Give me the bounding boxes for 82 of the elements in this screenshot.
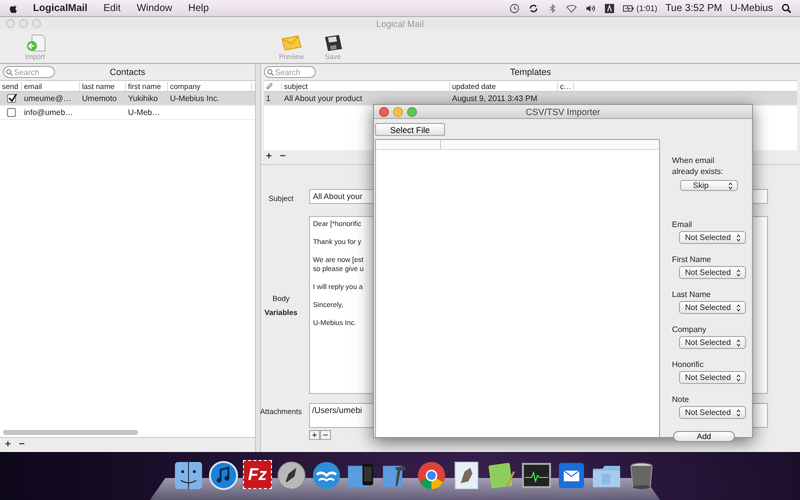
user-name[interactable]: U-Mebius [730, 2, 773, 14]
table-cell: umeume@… [24, 94, 72, 103]
search-field[interactable]: Search [264, 66, 316, 78]
heart-monitor-icon[interactable] [521, 460, 552, 491]
sync-icon[interactable] [528, 2, 540, 14]
field-label: Last Name [672, 290, 712, 299]
remove-button[interactable]: − [16, 440, 27, 450]
scrollbar-thumb[interactable] [3, 430, 138, 434]
battery-icon[interactable] [623, 2, 634, 14]
dropdown[interactable]: Not Selected [679, 231, 746, 244]
battery-time: (1:01) [636, 4, 658, 12]
column-header[interactable] [264, 82, 282, 90]
dialog-title: CSV/TSV Importer [526, 106, 600, 116]
table-row[interactable]: info@umeb… U-Meb… [0, 106, 255, 120]
envelope-icon[interactable] [556, 460, 587, 491]
field-label: Email [672, 220, 694, 229]
field-label: Note [672, 395, 690, 404]
paperclip-icon [266, 82, 273, 90]
table-cell: Yukihiko [128, 94, 158, 103]
search-input[interactable]: Search [275, 68, 315, 76]
search-icon [267, 68, 274, 76]
add-button[interactable]: + [3, 440, 13, 450]
stepper-arrows-icon [736, 374, 741, 382]
bird-icon[interactable] [311, 460, 342, 491]
chrome-style-icon[interactable] [416, 460, 447, 491]
stepper-arrows-icon [736, 338, 741, 346]
search-icon [6, 68, 13, 76]
notebook-icon[interactable] [486, 460, 517, 491]
dropdown[interactable]: Skip [680, 180, 738, 191]
menu-item[interactable]: Edit [101, 2, 123, 14]
dropdown[interactable]: Not Selected [679, 406, 746, 419]
window-title: Logical Mail [376, 18, 424, 28]
dropdown[interactable]: Not Selected [679, 266, 746, 279]
table-cell: U-Meb… [128, 108, 160, 117]
pane-title: Contacts [110, 67, 146, 77]
stepper-arrows-icon [728, 182, 733, 190]
stepper-arrows-icon [736, 408, 741, 416]
add-button[interactable]: + [309, 430, 320, 440]
menu-item[interactable]: LogicalMail [31, 2, 90, 14]
remove-button[interactable]: − [278, 152, 288, 162]
search-input[interactable]: Search [14, 68, 54, 76]
search-field[interactable]: Search [3, 66, 55, 78]
apple-icon[interactable] [8, 2, 19, 14]
table-cell: info@umeb… [24, 108, 74, 117]
input-source-icon[interactable] [604, 2, 616, 14]
clock-icon[interactable] [509, 2, 520, 14]
music-note-icon[interactable] [208, 460, 239, 491]
checkbox[interactable] [7, 108, 16, 117]
table-row[interactable]: umeume@… Umemoto Yukihiko U-Mebius Inc. [0, 92, 255, 106]
app-tile-icon[interactable]: Fz [243, 460, 272, 489]
stepper-arrows-icon [736, 268, 741, 276]
stepper-arrows-icon [736, 304, 741, 312]
face-icon[interactable] [173, 460, 204, 491]
table-cell: U-Mebius Inc. [170, 94, 220, 103]
table-cell: Umemoto [82, 94, 117, 103]
search-icon[interactable] [781, 2, 792, 14]
field-label: Company [672, 325, 708, 334]
menu-item[interactable]: Window [134, 2, 174, 14]
dropdown[interactable]: Not Selected [679, 336, 746, 349]
import-icon [24, 32, 46, 52]
bluetooth-icon[interactable] [547, 2, 558, 14]
volume-icon[interactable] [585, 2, 596, 14]
dropdown[interactable]: Not Selected [679, 301, 746, 314]
add-button[interactable]: Add [673, 431, 735, 442]
field-label: First Name [672, 255, 712, 264]
table-row[interactable]: 1 All About your product August 9, 2011 3:43 PM [264, 92, 797, 106]
menu-item[interactable]: Help [186, 2, 211, 14]
table-cell: August 9, 2011 3:43 PM [452, 94, 538, 103]
clock-text[interactable]: Tue 3:52 PM [665, 2, 722, 14]
field-label: When email already exists: [672, 155, 724, 177]
stepper-arrows-icon [736, 234, 741, 242]
row-number: 1 [266, 94, 270, 103]
remove-button[interactable]: − [320, 430, 331, 440]
envelope-icon [280, 32, 302, 52]
pane-title: Templates [510, 67, 552, 77]
table-cell: All About your product [284, 94, 362, 103]
add-button[interactable]: + [264, 152, 274, 162]
field-label: Honorific [672, 360, 705, 369]
checkbox[interactable] [7, 94, 16, 103]
wifi-icon[interactable] [566, 2, 578, 14]
dropdown[interactable]: Not Selected [679, 371, 746, 384]
select-file-button[interactable]: Select File [375, 123, 445, 136]
